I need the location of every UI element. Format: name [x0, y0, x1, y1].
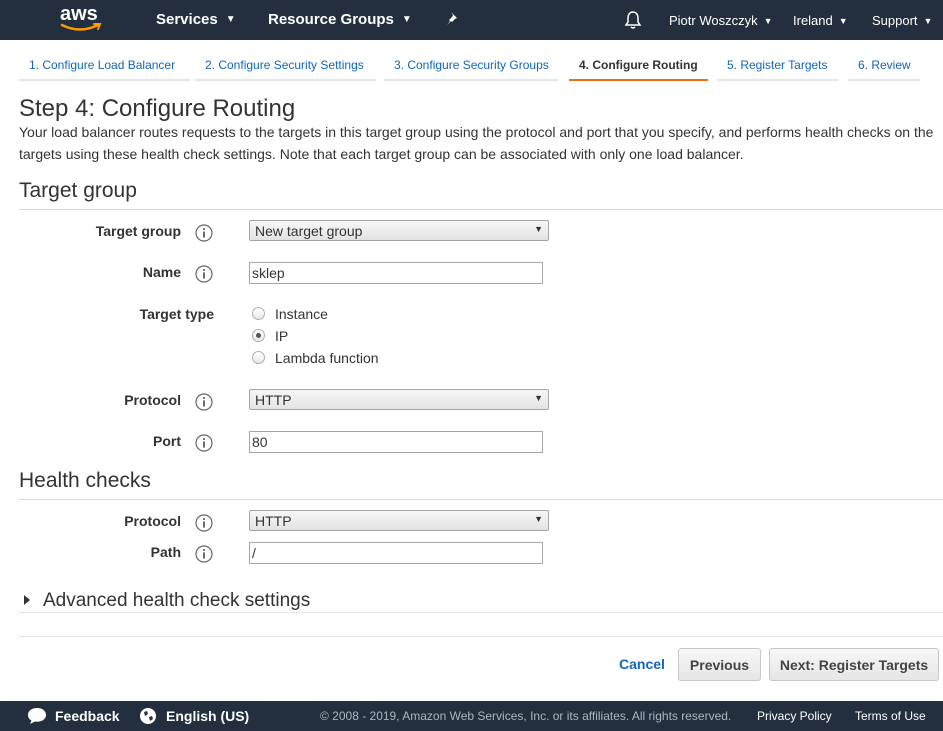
speech-bubble-icon [28, 708, 46, 724]
wizard-step-1[interactable]: 1. Configure Load Balancer [19, 52, 190, 81]
resource-groups-label: Resource Groups [268, 11, 394, 28]
target-group-select[interactable]: New target group ▼ [249, 220, 549, 241]
dropdown-arrow-icon: ▼ [534, 224, 543, 234]
radio-button-selected[interactable] [252, 329, 265, 342]
target-group-label: Target group [95, 223, 181, 239]
radio-label: IP [275, 328, 289, 344]
wizard-step-6[interactable]: 6. Review [848, 52, 920, 81]
wizard-step-4[interactable]: 4. Configure Routing [569, 52, 708, 81]
chevron-down-icon: ▼ [225, 14, 236, 25]
next-register-targets-button[interactable]: Next: Register Targets [769, 648, 939, 681]
dropdown-arrow-icon: ▼ [534, 514, 543, 524]
name-label: Name [142, 264, 181, 280]
health-protocol-label: Protocol [124, 513, 181, 529]
language-selector[interactable]: English (US) [166, 708, 249, 724]
info-icon[interactable] [195, 393, 213, 411]
target-group-section-title: Target group [19, 179, 137, 202]
copyright-text: © 2008 - 2019, Amazon Web Services, Inc.… [320, 709, 732, 723]
chevron-down-icon: ▼ [763, 16, 773, 26]
radio-button[interactable] [252, 351, 265, 364]
account-menu[interactable]: Piotr Woszczyk ▼ [669, 13, 773, 28]
aws-logo[interactable]: aws [60, 3, 104, 35]
health-path-label: Path [150, 544, 181, 560]
terms-of-use-link[interactable]: Terms of Use [855, 709, 926, 723]
caret-right-icon [24, 595, 30, 605]
support-menu[interactable]: Support ▼ [872, 13, 932, 28]
port-label: Port [153, 433, 181, 449]
info-icon[interactable] [195, 265, 213, 283]
privacy-policy-link[interactable]: Privacy Policy [757, 709, 832, 723]
radio-selected-dot [256, 333, 261, 338]
port-input[interactable]: 80 [249, 431, 543, 453]
target-type-label: Target type [139, 306, 214, 322]
cancel-link[interactable]: Cancel [619, 656, 665, 672]
globe-icon [140, 708, 156, 724]
chevron-down-icon: ▼ [401, 14, 412, 25]
bell-icon[interactable] [624, 10, 642, 30]
section-divider [19, 636, 943, 637]
services-menu[interactable]: Services ▼ [156, 11, 236, 28]
advanced-health-check-label: Advanced health check settings [43, 590, 311, 611]
radio-button[interactable] [252, 307, 265, 320]
wizard-step-5[interactable]: 5. Register Targets [717, 52, 839, 81]
target-group-select-value: New target group [255, 223, 363, 239]
radio-label: Instance [275, 306, 328, 322]
chevron-down-icon: ▼ [923, 16, 933, 26]
health-checks-section-title: Health checks [19, 469, 151, 492]
protocol-label: Protocol [124, 392, 181, 408]
feedback-link[interactable]: Feedback [55, 708, 120, 724]
protocol-select[interactable]: HTTP ▼ [249, 389, 549, 410]
dropdown-arrow-icon: ▼ [534, 393, 543, 403]
wizard-step-2[interactable]: 2. Configure Security Settings [195, 52, 376, 81]
aws-smile-icon [60, 23, 102, 31]
info-icon[interactable] [195, 545, 213, 563]
section-divider [19, 209, 943, 210]
health-protocol-select-value: HTTP [255, 513, 292, 529]
page-intro: Your load balancer routes requests to th… [19, 124, 934, 162]
health-path-input[interactable]: / [249, 542, 543, 564]
region-label: Ireland [793, 13, 833, 28]
info-icon[interactable] [195, 224, 213, 242]
info-icon[interactable] [195, 434, 213, 452]
resource-groups-menu[interactable]: Resource Groups ▼ [268, 11, 412, 28]
services-label: Services [156, 11, 218, 28]
name-input[interactable]: sklep [249, 262, 543, 284]
section-divider [19, 612, 943, 613]
region-menu[interactable]: Ireland ▼ [793, 13, 848, 28]
section-divider [19, 499, 943, 500]
page-title: Step 4: Configure Routing [19, 95, 296, 122]
chevron-down-icon: ▼ [838, 16, 848, 26]
previous-button[interactable]: Previous [678, 648, 761, 681]
pin-icon[interactable] [444, 10, 462, 28]
footer: Feedback English (US) © 2008 - 2019, Ama… [0, 701, 943, 731]
health-protocol-select[interactable]: HTTP ▼ [249, 510, 549, 531]
wizard-step-3[interactable]: 3. Configure Security Groups [384, 52, 558, 81]
radio-label: Lambda function [275, 350, 379, 366]
protocol-select-value: HTTP [255, 392, 292, 408]
info-icon[interactable] [195, 514, 213, 532]
top-navigation-bar: aws Services ▼ Resource Groups ▼ Piotr Wos… [0, 0, 943, 40]
support-label: Support [872, 13, 918, 28]
account-label: Piotr Woszczyk [669, 13, 758, 28]
